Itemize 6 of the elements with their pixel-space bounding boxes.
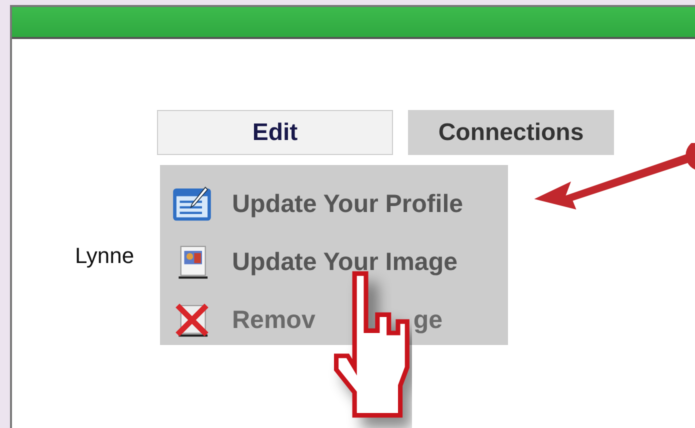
menu-item[interactable]: Update Your Profile bbox=[160, 175, 508, 233]
menu-item[interactable]: Update Your Image bbox=[160, 233, 508, 291]
tab[interactable]: Connections bbox=[408, 110, 614, 155]
tab[interactable]: Edit bbox=[157, 110, 393, 155]
user-name: Lynne bbox=[75, 243, 136, 269]
form-icon bbox=[172, 186, 212, 222]
